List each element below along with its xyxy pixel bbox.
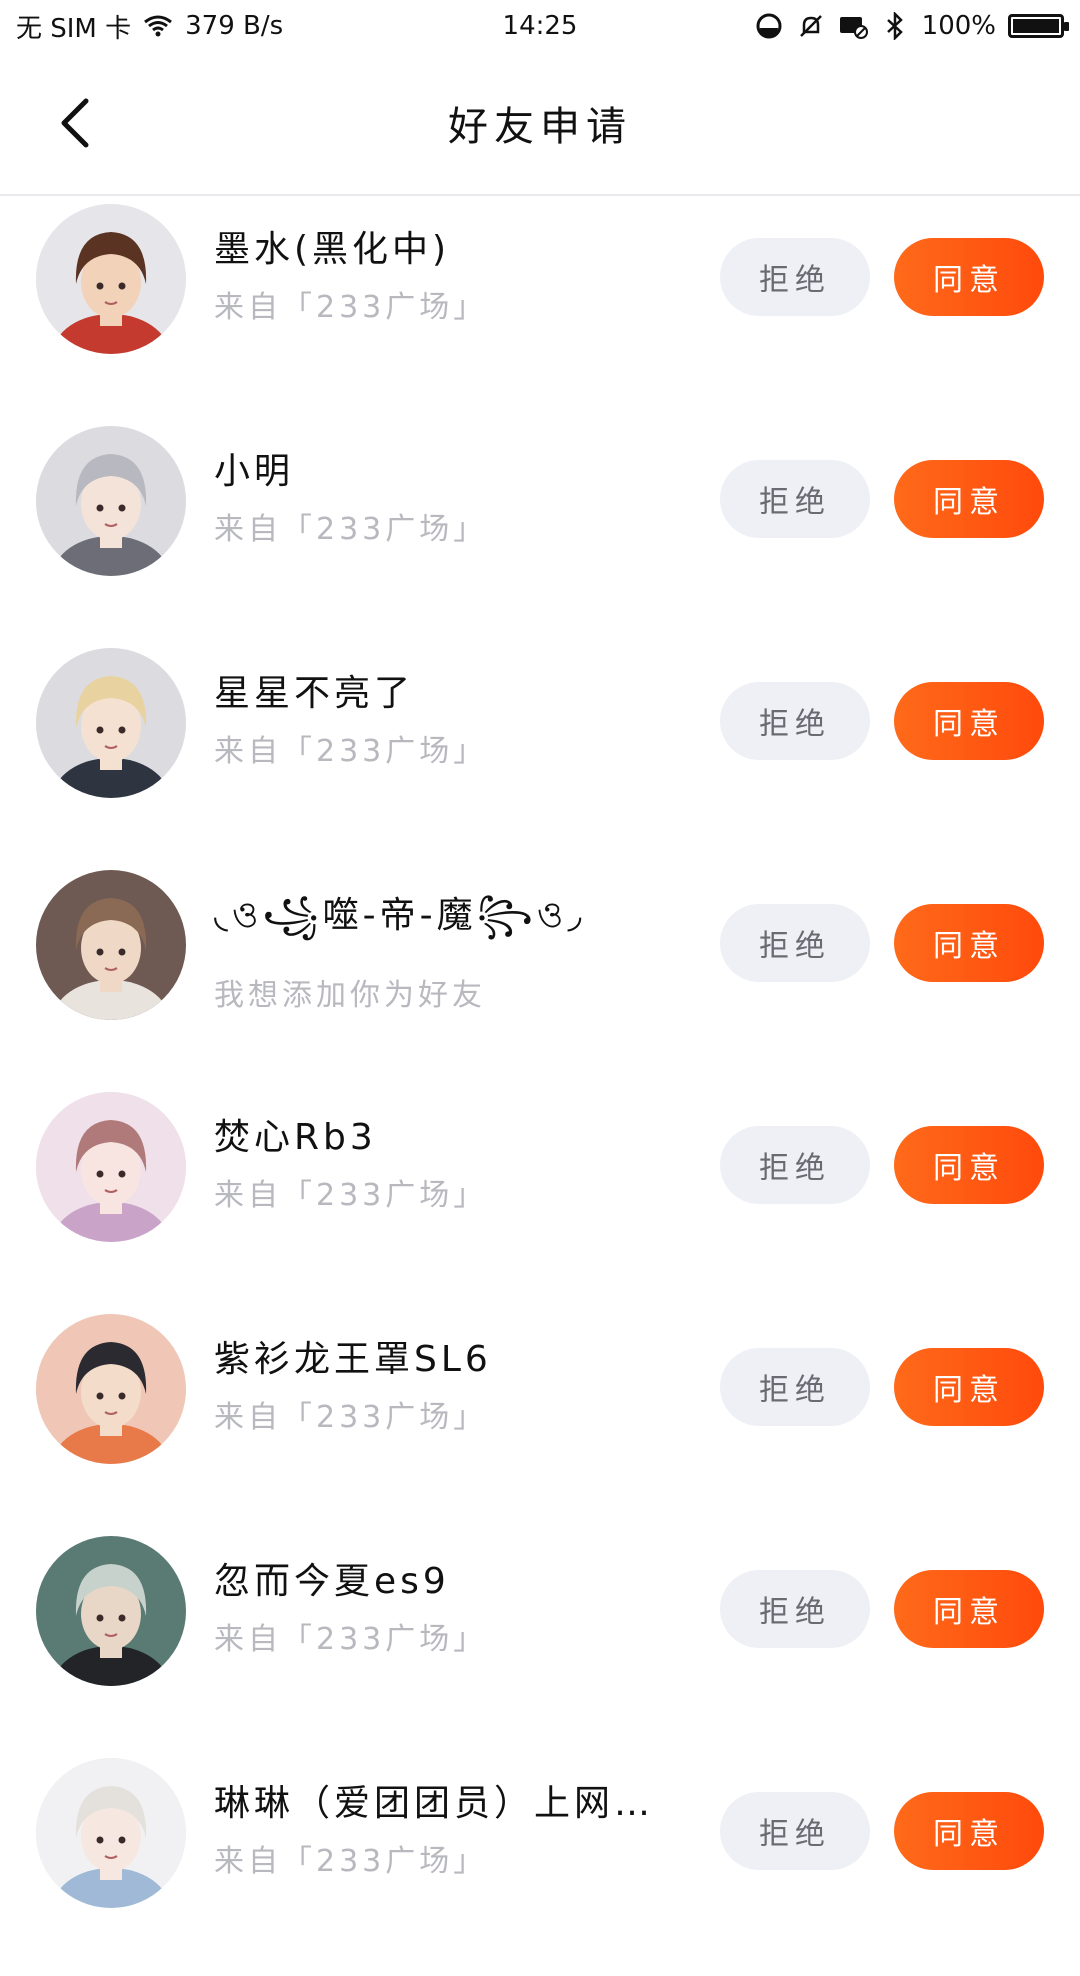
bluetooth-icon xyxy=(880,11,910,41)
avatar[interactable] xyxy=(36,204,186,354)
avatar[interactable] xyxy=(36,870,186,1020)
requester-name: 忽而今夏es9 xyxy=(214,1561,450,1602)
battery-percent: 100% xyxy=(921,11,996,41)
avatar[interactable] xyxy=(36,648,186,798)
reject-button[interactable]: 拒绝 xyxy=(720,1126,870,1204)
status-bar: 无 SIM 卡 379 B/s 14:25 100% xyxy=(0,0,1080,52)
requester-name: 星星不亮了 xyxy=(214,673,415,714)
avatar[interactable] xyxy=(36,1092,186,1242)
request-info: 琳琳（爱团团员）上网… 来自「233广场」 xyxy=(214,1774,694,1880)
request-source: 来自「233广场」 xyxy=(214,734,488,769)
battery-icon xyxy=(1008,14,1069,38)
request-info: 焚心Rb3 来自「233广场」 xyxy=(214,1108,694,1214)
request-info: 紫衫龙王罩SL6 来自「233广场」 xyxy=(214,1330,694,1436)
header: 好友申请 xyxy=(0,52,1080,196)
reject-button[interactable]: 拒绝 xyxy=(720,238,870,316)
request-source: 来自「233广场」 xyxy=(214,512,488,547)
requester-name: 琳琳（爱团团员）上网… xyxy=(214,1783,655,1824)
request-source: 我想添加你为好友 xyxy=(214,978,486,1013)
friend-request-row-3: 星星不亮了 来自「233广场」 拒绝 同意 xyxy=(0,644,1080,866)
mute-icon xyxy=(796,11,826,41)
friend-request-list: 墨水(黑化中) 来自「233广场」 拒绝 同意 小明 来自「233广场」 拒绝 … xyxy=(0,200,1080,1976)
requester-name: 墨水(黑化中) xyxy=(214,229,451,270)
reject-button[interactable]: 拒绝 xyxy=(720,904,870,982)
back-button[interactable] xyxy=(44,93,104,153)
accept-button[interactable]: 同意 xyxy=(894,460,1044,538)
request-info: 小明 来自「233广场」 xyxy=(214,442,694,548)
avatar[interactable] xyxy=(36,1758,186,1908)
request-info: 忽而今夏es9 来自「233广场」 xyxy=(214,1552,694,1658)
request-source: 来自「233广场」 xyxy=(214,1178,488,1213)
accept-button[interactable]: 同意 xyxy=(894,1126,1044,1204)
avatar[interactable] xyxy=(36,1536,186,1686)
wifi-icon xyxy=(143,11,173,41)
avatar[interactable] xyxy=(36,1314,186,1464)
accept-button[interactable]: 同意 xyxy=(894,904,1044,982)
request-info: 墨水(黑化中) 来自「233广场」 xyxy=(214,220,694,326)
accept-button[interactable]: 同意 xyxy=(894,1792,1044,1870)
request-source: 来自「233广场」 xyxy=(214,1400,488,1435)
reject-button[interactable]: 拒绝 xyxy=(720,1570,870,1648)
friend-request-row-8: 琳琳（爱团团员）上网… 来自「233广场」 拒绝 同意 xyxy=(0,1754,1080,1976)
accept-button[interactable]: 同意 xyxy=(894,1570,1044,1648)
network-speed: 379 B/s xyxy=(185,11,284,41)
friend-request-row-5: 焚心Rb3 来自「233广场」 拒绝 同意 xyxy=(0,1088,1080,1310)
status-right: 100% xyxy=(754,11,1069,41)
requester-name: 小明 xyxy=(214,451,295,492)
friend-request-row-4: ◟ও꧁噬-帝-魔꧂ও◞ 我想添加你为好友 拒绝 同意 xyxy=(0,866,1080,1088)
request-source: 来自「233广场」 xyxy=(214,1622,488,1657)
message-blocked-icon xyxy=(838,11,868,41)
request-info: ◟ও꧁噬-帝-魔꧂ও◞ 我想添加你为好友 xyxy=(214,886,694,1014)
requester-name: 焚心Rb3 xyxy=(214,1117,377,1158)
request-source: 来自「233广场」 xyxy=(214,1844,488,1879)
accept-button[interactable]: 同意 xyxy=(894,238,1044,316)
status-time: 14:25 xyxy=(502,11,578,41)
friend-request-row-6: 紫衫龙王罩SL6 来自「233广场」 拒绝 同意 xyxy=(0,1310,1080,1532)
page-title: 好友申请 xyxy=(448,104,632,150)
reject-button[interactable]: 拒绝 xyxy=(720,682,870,760)
avatar[interactable] xyxy=(36,426,186,576)
friend-request-row-2: 小明 来自「233广场」 拒绝 同意 xyxy=(0,422,1080,644)
friend-request-row-1: 墨水(黑化中) 来自「233广场」 拒绝 同意 xyxy=(0,200,1080,422)
reject-button[interactable]: 拒绝 xyxy=(720,460,870,538)
carrier-label: 无 SIM 卡 xyxy=(16,13,132,44)
chevron-left-icon xyxy=(61,98,89,148)
requester-name: 紫衫龙王罩SL6 xyxy=(214,1339,492,1380)
reject-button[interactable]: 拒绝 xyxy=(720,1792,870,1870)
friend-request-row-7: 忽而今夏es9 来自「233广场」 拒绝 同意 xyxy=(0,1532,1080,1754)
request-source: 来自「233广场」 xyxy=(214,290,488,325)
request-info: 星星不亮了 来自「233广场」 xyxy=(214,664,694,770)
accept-button[interactable]: 同意 xyxy=(894,682,1044,760)
accept-button[interactable]: 同意 xyxy=(894,1348,1044,1426)
reject-button[interactable]: 拒绝 xyxy=(720,1348,870,1426)
status-left: 无 SIM 卡 379 B/s xyxy=(16,8,283,45)
requester-name: ◟ও꧁噬-帝-魔꧂ও◞ xyxy=(214,895,586,936)
data-saver-icon xyxy=(754,11,784,41)
